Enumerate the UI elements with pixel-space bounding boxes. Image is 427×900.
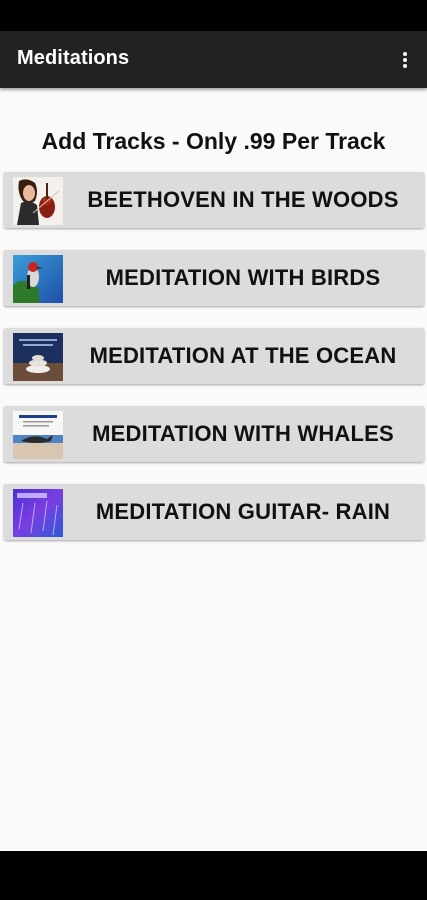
track-beethoven-woods[interactable]: BEETHOVEN IN THE WOODS (4, 172, 424, 228)
app-title: Meditations (17, 47, 130, 69)
navigation-bar (0, 851, 427, 900)
track-label: MEDITATION WITH WHALES (92, 421, 394, 446)
track-label: MEDITATION WITH BIRDS (105, 265, 381, 290)
track-label: MEDITATION AT THE OCEAN (89, 343, 397, 368)
track-label: MEDITATION GUITAR- RAIN (95, 499, 391, 524)
status-bar (0, 0, 427, 31)
page-heading: Add Tracks - Only .99 Per Track (41, 128, 386, 154)
track-guitar-rain[interactable]: MEDITATION GUITAR- RAIN (4, 484, 424, 540)
more-vert-icon[interactable] (393, 46, 417, 74)
track-whales[interactable]: MEDITATION WITH WHALES (4, 406, 424, 462)
whale-thumbnail (13, 411, 63, 459)
rain-thumbnail (13, 489, 63, 537)
violinist-thumbnail (13, 177, 63, 225)
track-birds[interactable]: MEDITATION WITH BIRDS (4, 250, 424, 306)
bird-thumbnail (13, 255, 63, 303)
track-label: BEETHOVEN IN THE WOODS (87, 187, 399, 212)
track-ocean[interactable]: MEDITATION AT THE OCEAN (4, 328, 424, 384)
app-bar: Meditations (0, 31, 427, 88)
ocean-stones-thumbnail (13, 333, 63, 381)
